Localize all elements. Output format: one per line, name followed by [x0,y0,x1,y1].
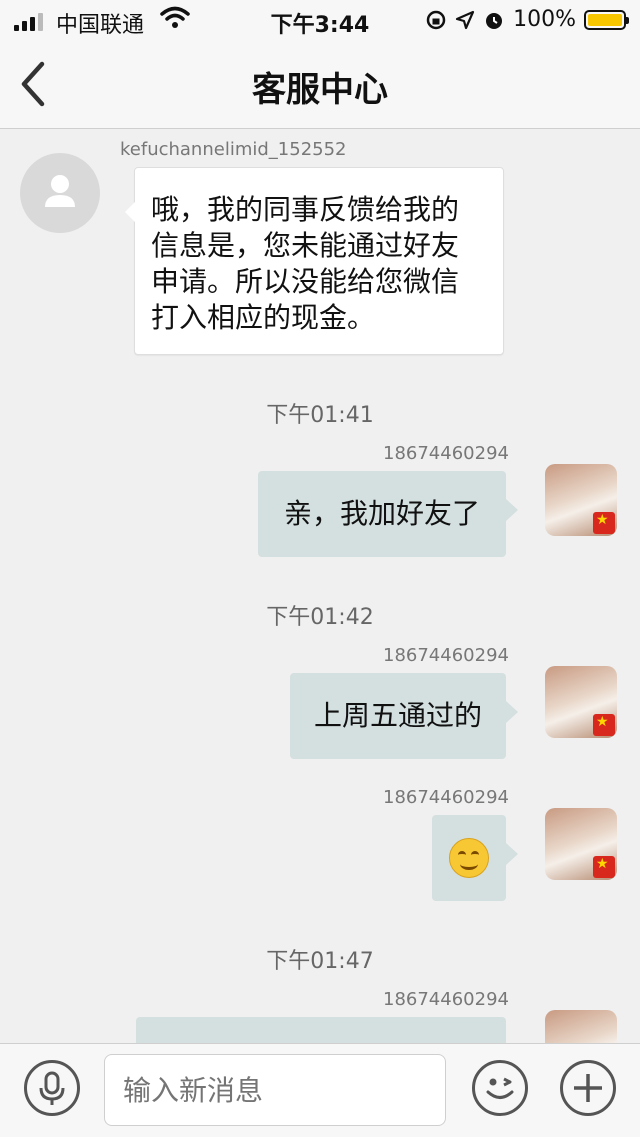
user-avatar[interactable] [545,1010,617,1043]
sender-name: 18674460294 [383,645,509,666]
message-bubble-incoming[interactable]: 哦，我的同事反馈给我的 信息是，您未能通过好友 申请。所以没能给您微信 打入相应… [125,167,504,355]
flag-badge-icon [593,512,615,534]
agent-avatar[interactable] [20,153,100,233]
message-timestamp: 下午01:42 [266,605,374,630]
message-bubble-outgoing[interactable]: 上周五通过的 [290,673,518,759]
message-line: 申请。所以没能给您微信 [151,265,460,298]
message-text [136,1017,506,1043]
message-line: 打入相应的现金。 [151,301,376,334]
chat-area[interactable]: kefuchannelimid_152552 哦，我的同事反馈给我的 信息是，您… [0,129,640,1043]
sender-name: 18674460294 [383,989,509,1010]
emoji-button[interactable] [472,1060,528,1116]
wink-face-icon [486,1077,514,1099]
battery-percent: 100% [513,7,576,32]
voice-button[interactable] [24,1060,80,1116]
plus-icon [574,1074,602,1102]
message-timestamp: 下午01:41 [266,403,374,428]
location-icon [455,10,475,29]
message-bubble-outgoing[interactable]: 亲，我加好友了 [258,471,518,557]
message-line: 哦，我的同事反馈给我的 [151,193,460,226]
message-timestamp: 下午01:47 [266,949,374,974]
page-title: 客服中心 [252,70,388,110]
user-avatar[interactable] [545,464,617,536]
add-button[interactable] [560,1060,616,1116]
status-bar: 中国联通 下午3:44 100% [0,0,640,40]
user-avatar[interactable] [545,666,617,738]
battery-icon [584,9,629,30]
input-bar [0,1043,640,1137]
sender-name: 18674460294 [383,443,509,464]
message-input[interactable] [104,1054,446,1126]
rotation-lock-icon [426,10,446,29]
smiling-face-icon [449,838,489,878]
message-text: 上周五通过的 [313,699,482,732]
user-icon [45,175,75,207]
flag-badge-icon [593,714,615,736]
message-bubble-outgoing[interactable] [136,1017,506,1043]
navigation-bar: 客服中心 [0,40,640,129]
alarm-icon [486,12,503,29]
flag-badge-icon [593,856,615,878]
user-avatar[interactable] [545,808,617,880]
message-text: 亲，我加好友了 [283,497,480,530]
message-line: 信息是，您未能通过好友 [151,229,460,262]
sender-name: 18674460294 [383,787,509,808]
message-bubble-outgoing[interactable] [432,815,518,901]
sender-name: kefuchannelimid_152552 [120,139,347,160]
microphone-icon [39,1071,65,1105]
